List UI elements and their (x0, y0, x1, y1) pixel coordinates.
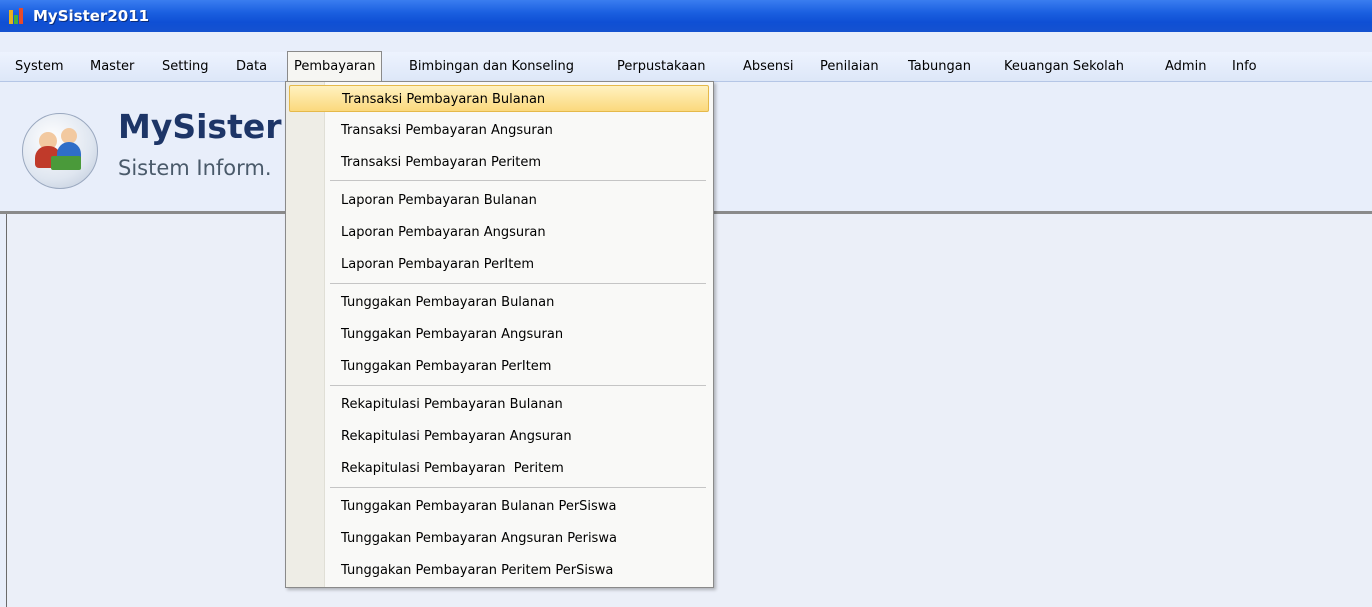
menu-tabungan[interactable]: Tabungan (908, 52, 971, 81)
pembayaran-dropdown-menu: Transaksi Pembayaran Bulanan Transaksi P… (285, 81, 714, 588)
menu-item-label: Tunggakan Pembayaran Bulanan PerSiswa (341, 499, 617, 514)
menu-setting[interactable]: Setting (162, 52, 209, 81)
menu-item-tunggakan-angsuran[interactable]: Tunggakan Pembayaran Angsuran (289, 321, 709, 348)
menu-separator (330, 283, 706, 284)
menu-item-label: Tunggakan Pembayaran Angsuran (341, 327, 564, 342)
menu-master[interactable]: Master (90, 52, 134, 81)
menu-item-rekapitulasi-angsuran[interactable]: Rekapitulasi Pembayaran Angsuran (289, 423, 709, 450)
menu-item-label: Tunggakan Pembayaran Bulanan (341, 295, 555, 310)
menu-item-rekapitulasi-peritem[interactable]: Rekapitulasi Pembayaran Peritem (289, 455, 709, 482)
menu-item-tunggakan-bulanan-persiswa[interactable]: Tunggakan Pembayaran Bulanan PerSiswa (289, 493, 709, 520)
menu-item-label: Laporan Pembayaran Angsuran (341, 225, 546, 240)
menu-item-transaksi-peritem[interactable]: Transaksi Pembayaran Peritem (289, 149, 709, 176)
menu-info[interactable]: Info (1232, 52, 1257, 81)
menu-item-laporan-angsuran[interactable]: Laporan Pembayaran Angsuran (289, 219, 709, 246)
menu-item-label: Laporan Pembayaran Bulanan (341, 193, 537, 208)
menu-item-laporan-bulanan[interactable]: Laporan Pembayaran Bulanan (289, 187, 709, 214)
menu-item-label: Rekapitulasi Pembayaran Peritem (341, 461, 564, 476)
menu-item-tunggakan-bulanan[interactable]: Tunggakan Pembayaran Bulanan (289, 289, 709, 316)
menu-system[interactable]: System (15, 52, 63, 81)
app-name: MySister (118, 107, 282, 146)
menu-item-tunggakan-peritem-persiswa[interactable]: Tunggakan Pembayaran Peritem PerSiswa (289, 557, 709, 584)
app-logo-icon (22, 113, 98, 189)
menu-item-tunggakan-peritem[interactable]: Tunggakan Pembayaran PerItem (289, 353, 709, 380)
menu-item-tunggakan-angsuran-periswa[interactable]: Tunggakan Pembayaran Angsuran Periswa (289, 525, 709, 552)
menu-item-label: Laporan Pembayaran PerItem (341, 257, 535, 272)
menu-bar: System Master Setting Data Pembayaran Bi… (0, 51, 1372, 82)
menu-data[interactable]: Data (236, 52, 267, 81)
menu-item-label: Transaksi Pembayaran Bulanan (342, 92, 546, 107)
menu-pembayaran[interactable]: Pembayaran (287, 51, 383, 82)
menu-item-label: Rekapitulasi Pembayaran Bulanan (341, 397, 563, 412)
menu-item-label: Tunggakan Pembayaran PerItem (341, 359, 552, 374)
menu-item-label: Tunggakan Pembayaran Peritem PerSiswa (341, 563, 614, 578)
title-bar: MySister2011 (0, 0, 1372, 32)
menu-absensi[interactable]: Absensi (743, 52, 794, 81)
window-title: MySister2011 (33, 7, 150, 25)
menu-item-rekapitulasi-bulanan[interactable]: Rekapitulasi Pembayaran Bulanan (289, 391, 709, 418)
menu-item-label: Rekapitulasi Pembayaran Angsuran (341, 429, 572, 444)
app-subtitle: Sistem Inform. (118, 156, 272, 180)
menu-admin[interactable]: Admin (1165, 52, 1206, 81)
menu-item-transaksi-angsuran[interactable]: Transaksi Pembayaran Angsuran (289, 117, 709, 144)
menu-perpustakaan[interactable]: Perpustakaan (617, 52, 706, 81)
menu-penilaian[interactable]: Penilaian (820, 52, 879, 81)
menu-item-label: Transaksi Pembayaran Angsuran (341, 123, 553, 138)
menu-item-transaksi-bulanan[interactable]: Transaksi Pembayaran Bulanan (289, 85, 709, 112)
menu-item-label: Tunggakan Pembayaran Angsuran Periswa (341, 531, 617, 546)
menu-separator (330, 487, 706, 488)
menu-separator (330, 385, 706, 386)
menu-separator (330, 180, 706, 181)
menu-item-label: Transaksi Pembayaran Peritem (341, 155, 542, 170)
menu-bimbingan-konseling[interactable]: Bimbingan dan Konseling (409, 52, 574, 81)
menu-keuangan-sekolah[interactable]: Keuangan Sekolah (1004, 52, 1124, 81)
app-bars-icon (9, 8, 25, 24)
menu-item-laporan-peritem[interactable]: Laporan Pembayaran PerItem (289, 251, 709, 278)
